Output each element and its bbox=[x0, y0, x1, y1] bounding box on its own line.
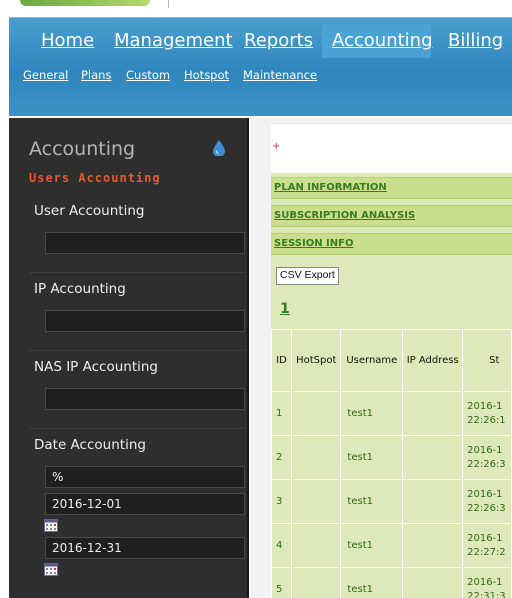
expand-marker: + bbox=[272, 141, 281, 152]
session-info-link[interactable]: SESSION INFO bbox=[274, 238, 353, 249]
cell-ip-address bbox=[402, 391, 464, 436]
report-body: PLAN INFORMATION SUBSCRIPTION ANALYSIS S… bbox=[270, 173, 512, 598]
cell-id: 2 bbox=[270, 435, 293, 480]
session-info-bar[interactable]: SESSION INFO bbox=[271, 233, 512, 255]
sidebar-subtitle: Users Accounting bbox=[29, 171, 161, 185]
content-area: + PLAN INFORMATION SUBSCRIPTION ANALYSIS… bbox=[251, 118, 512, 598]
menu-home[interactable]: Home bbox=[9, 24, 100, 58]
cell-id: 1 bbox=[270, 391, 293, 436]
table-row[interactable]: 4 test1 2016-1 22:27:2 bbox=[270, 523, 512, 568]
menu-accounting[interactable]: Accounting bbox=[322, 24, 433, 58]
submenu-maintenance[interactable]: Maintenance bbox=[243, 68, 317, 82]
column-header-username[interactable]: Username bbox=[340, 329, 404, 392]
ip-accounting-label: IP Accounting bbox=[34, 281, 126, 297]
start-time: 22:27:2 bbox=[467, 546, 506, 558]
start-date: 2016-1 bbox=[467, 400, 503, 412]
plan-information-bar[interactable]: PLAN INFORMATION bbox=[271, 177, 512, 199]
logo[interactable] bbox=[20, 0, 150, 6]
table-row[interactable]: 3 test1 2016-1 22:26:3 bbox=[270, 479, 512, 524]
cell-hotspot bbox=[291, 391, 342, 436]
submenu-general[interactable]: General bbox=[23, 68, 68, 82]
start-date: 2016-1 bbox=[467, 488, 503, 500]
sidebar-divider bbox=[29, 428, 245, 429]
cell-start: 2016-1 22:31:3 bbox=[462, 567, 512, 598]
submenu-custom[interactable]: Custom bbox=[126, 68, 170, 82]
column-header-hotspot[interactable]: HotSpot bbox=[291, 329, 342, 392]
cell-id: 5 bbox=[270, 567, 293, 598]
pagination-page-1[interactable]: 1 bbox=[280, 301, 290, 317]
cell-hotspot bbox=[291, 479, 342, 524]
start-date-field[interactable]: 2016-12-01 bbox=[45, 493, 245, 515]
user-accounting-label: User Accounting bbox=[34, 203, 145, 219]
cell-start: 2016-1 22:26:3 bbox=[462, 479, 512, 524]
end-date-field[interactable]: 2016-12-31 bbox=[45, 537, 245, 559]
column-header-id[interactable]: ID bbox=[270, 329, 293, 392]
main-menu: Home Management Reports Accounting Billi… bbox=[9, 24, 512, 58]
date-pattern-field[interactable]: % bbox=[45, 466, 245, 488]
cell-ip-address bbox=[402, 567, 464, 598]
nas-ip-accounting-label: NAS IP Accounting bbox=[34, 359, 158, 375]
cell-ip-address bbox=[402, 435, 464, 480]
date-accounting-label: Date Accounting bbox=[34, 437, 146, 453]
start-date: 2016-1 bbox=[467, 444, 503, 456]
cell-hotspot bbox=[291, 567, 342, 598]
cell-hotspot bbox=[291, 523, 342, 568]
sidebar-divider bbox=[29, 350, 245, 351]
column-header-start[interactable]: St bbox=[462, 329, 512, 392]
start-time: 22:26:3 bbox=[467, 458, 506, 470]
cell-username[interactable]: test1 bbox=[340, 567, 404, 598]
ip-accounting-input[interactable] bbox=[45, 310, 245, 332]
cell-hotspot bbox=[291, 435, 342, 480]
cell-username[interactable]: test1 bbox=[340, 435, 404, 480]
cell-start: 2016-1 22:26:3 bbox=[462, 435, 512, 480]
sidebar-divider bbox=[29, 272, 245, 273]
plan-information-link[interactable]: PLAN INFORMATION bbox=[274, 182, 387, 193]
sidebar-title: Accounting bbox=[29, 138, 136, 160]
start-date: 2016-1 bbox=[467, 576, 503, 588]
user-accounting-input[interactable] bbox=[45, 232, 245, 254]
cell-id: 4 bbox=[270, 523, 293, 568]
header-strip bbox=[0, 0, 512, 16]
header-divider bbox=[168, 0, 169, 8]
subscription-analysis-link[interactable]: SUBSCRIPTION ANALYSIS bbox=[274, 210, 415, 221]
table-row[interactable]: 2 test1 2016-1 22:26:3 bbox=[270, 435, 512, 480]
column-header-ip-address[interactable]: IP Address bbox=[402, 329, 464, 392]
calendar-icon[interactable] bbox=[44, 563, 58, 576]
report-panel: + PLAN INFORMATION SUBSCRIPTION ANALYSIS… bbox=[270, 123, 512, 598]
menu-reports[interactable]: Reports bbox=[232, 24, 322, 58]
water-drop-icon bbox=[213, 140, 225, 156]
csv-export-button[interactable]: CSV Export bbox=[276, 267, 339, 285]
start-time: 22:26:1 bbox=[467, 414, 506, 426]
calendar-icon[interactable] bbox=[44, 519, 58, 532]
cell-username[interactable]: test1 bbox=[340, 479, 404, 524]
sessions-table: ID HotSpot Username IP Address St 1 test… bbox=[270, 329, 512, 598]
cell-username[interactable]: test1 bbox=[340, 391, 404, 436]
cell-start: 2016-1 22:27:2 bbox=[462, 523, 512, 568]
submenu-hotspot[interactable]: Hotspot bbox=[184, 68, 229, 82]
main-navigation: Home Management Reports Accounting Billi… bbox=[9, 17, 512, 116]
table-header-row: ID HotSpot Username IP Address St bbox=[270, 329, 512, 392]
start-time: 22:31:3 bbox=[467, 590, 506, 598]
submenu-plans[interactable]: Plans bbox=[81, 68, 111, 82]
menu-management[interactable]: Management bbox=[100, 24, 233, 58]
table-row[interactable]: 5 test1 2016-1 22:31:3 bbox=[270, 567, 512, 598]
subscription-analysis-bar[interactable]: SUBSCRIPTION ANALYSIS bbox=[271, 205, 512, 227]
cell-id: 3 bbox=[270, 479, 293, 524]
sidebar: Accounting Users Accounting User Account… bbox=[9, 118, 249, 598]
cell-username[interactable]: test1 bbox=[340, 523, 404, 568]
table-row[interactable]: 1 test1 2016-1 22:26:1 bbox=[270, 391, 512, 436]
cell-start: 2016-1 22:26:1 bbox=[462, 391, 512, 436]
cell-ip-address bbox=[402, 523, 464, 568]
nas-ip-accounting-input[interactable] bbox=[45, 388, 245, 410]
cell-ip-address bbox=[402, 479, 464, 524]
start-time: 22:26:3 bbox=[467, 502, 506, 514]
start-date: 2016-1 bbox=[467, 532, 503, 544]
menu-billing[interactable]: Billing bbox=[431, 24, 512, 58]
page: Home Management Reports Accounting Billi… bbox=[0, 0, 512, 598]
